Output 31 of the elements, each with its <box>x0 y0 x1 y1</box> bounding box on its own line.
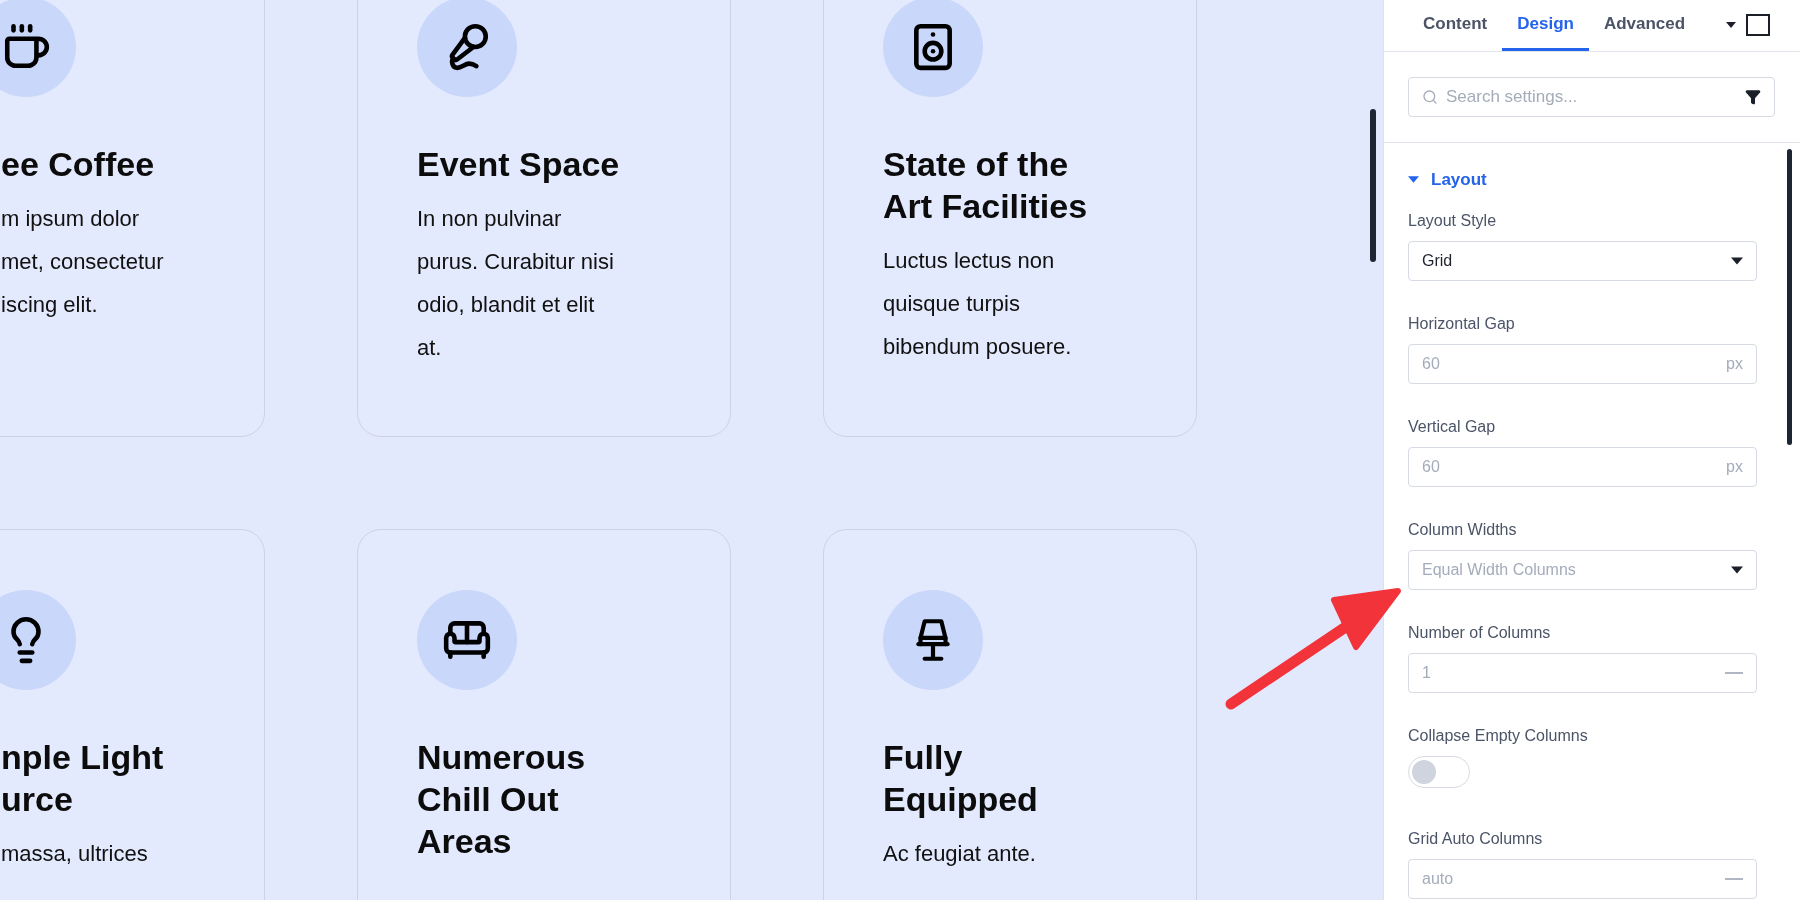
field-label: Grid Auto Columns <box>1408 828 1544 849</box>
card-title: State of the Art Facilities <box>883 144 1089 227</box>
search-field[interactable]: Search settings... <box>1408 77 1775 117</box>
input-field[interactable]: 60 px <box>1408 343 1757 384</box>
select-field[interactable]: Grid <box>1408 240 1757 281</box>
tab[interactable]: Content <box>1408 0 1503 51</box>
card-title: ee Coffee <box>1 144 156 185</box>
input-field[interactable]: 60 px <box>1408 446 1757 487</box>
field-label: Collapse Empty Columns <box>1408 725 1589 746</box>
field-label: Layout Style <box>1408 210 1498 231</box>
field-label: Vertical Gap <box>1408 416 1497 437</box>
input-field[interactable]: 1 <box>1408 652 1757 693</box>
card-description: Luctus lectus non quisque turpis bibendum posuere. <box>883 247 1073 361</box>
card-description: massa, ultrices <box>1 840 149 868</box>
card-title: Fully Equipped <box>883 737 1039 820</box>
card-title: Numerous Chill Out Areas <box>417 737 587 862</box>
card-description: m ipsum dolor met, consectetur iscing elit. <box>1 205 165 319</box>
unit-label: px <box>1726 353 1743 374</box>
unit-label: px <box>1726 456 1743 477</box>
field-label: Column Widths <box>1408 519 1518 540</box>
tab[interactable]: Design <box>1502 0 1589 51</box>
card-title: nple Light urce <box>1 737 165 820</box>
select-field[interactable]: Equal Width Columns <box>1408 549 1757 590</box>
tab[interactable]: Advanced <box>1588 0 1701 51</box>
field-label: Horizontal Gap <box>1408 313 1516 334</box>
section-header[interactable]: Layout <box>1408 167 1487 193</box>
field-label: Number of Columns <box>1408 622 1552 643</box>
card-title: Event Space <box>417 144 621 185</box>
card-description: In non pulvinar purus. Curabitur nisi odio, blandit et elit at. <box>417 205 615 362</box>
card-description: Ac feugiat ante. <box>883 840 1037 868</box>
input-field[interactable]: auto <box>1408 858 1757 899</box>
